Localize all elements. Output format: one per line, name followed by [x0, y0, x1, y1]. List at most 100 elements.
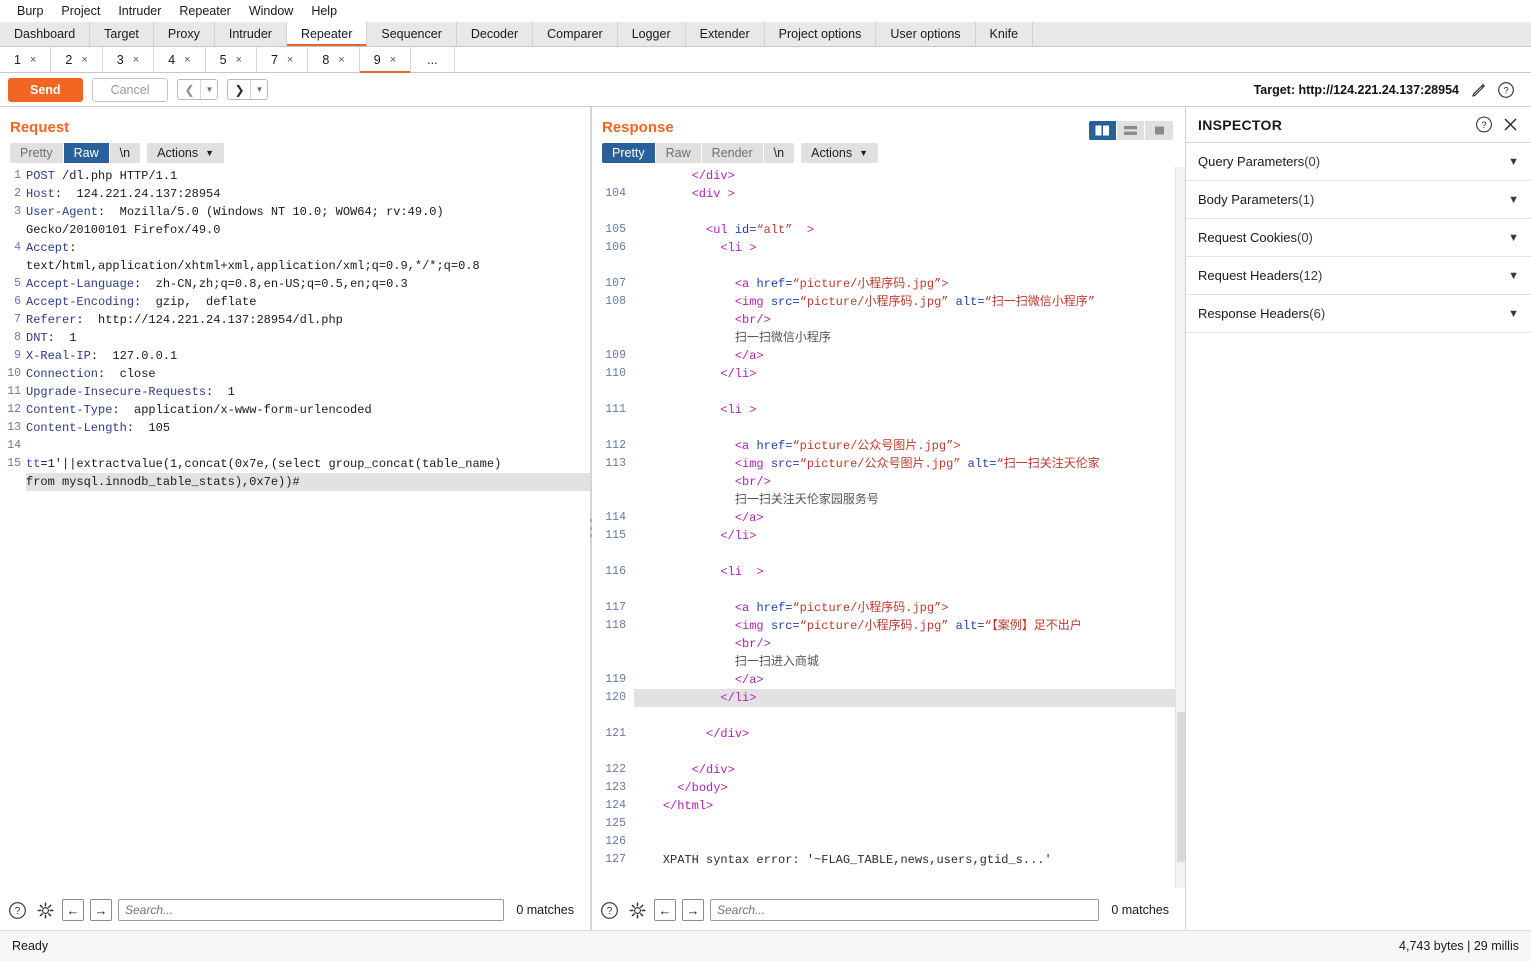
- repeater-tab-2[interactable]: 2 ×: [51, 47, 103, 72]
- tab-repeater[interactable]: Repeater: [286, 22, 368, 46]
- code-line[interactable]: <li >: [634, 239, 1185, 257]
- help-icon[interactable]: ?: [1475, 116, 1493, 134]
- tab-intruder[interactable]: Intruder: [214, 22, 287, 46]
- code-line[interactable]: </li>: [634, 527, 1185, 545]
- menu-item-help[interactable]: Help: [302, 2, 346, 20]
- repeater-tab-1[interactable]: 1 ×: [0, 47, 52, 72]
- single-pane-icon[interactable]: [1145, 121, 1173, 140]
- code-line[interactable]: Referer: http://124.221.24.137:28954/dl.…: [26, 311, 590, 329]
- search-prev-button[interactable]: ←: [654, 899, 676, 921]
- code-line[interactable]: <br/>: [634, 311, 1185, 329]
- code-line[interactable]: text/html,application/xhtml+xml,applicat…: [26, 257, 590, 275]
- search-prev-button[interactable]: ←: [62, 899, 84, 921]
- search-next-button[interactable]: →: [682, 899, 704, 921]
- response-view-pretty[interactable]: Pretty: [602, 143, 656, 163]
- tab-dashboard[interactable]: Dashboard: [0, 22, 91, 46]
- request-view-pretty[interactable]: Pretty: [10, 143, 64, 163]
- tab-comparer[interactable]: Comparer: [533, 22, 618, 46]
- code-line[interactable]: </html>: [634, 797, 1185, 815]
- code-line[interactable]: <a href=“picture/公众号图片.jpg”>: [634, 437, 1185, 455]
- code-line[interactable]: </body>: [634, 779, 1185, 797]
- tab-decoder[interactable]: Decoder: [456, 22, 534, 46]
- request-search-input[interactable]: [118, 899, 505, 921]
- code-line[interactable]: Accept:: [26, 239, 590, 257]
- code-line[interactable]: [26, 437, 590, 455]
- close-icon[interactable]: ×: [30, 54, 36, 66]
- code-line[interactable]: [634, 833, 1185, 851]
- code-line[interactable]: <li >: [634, 401, 1185, 419]
- inspector-section-response-headers[interactable]: Response Headers (6) ▼: [1186, 295, 1531, 333]
- cancel-button[interactable]: Cancel: [91, 77, 169, 102]
- code-line[interactable]: Upgrade-Insecure-Requests: 1: [26, 383, 590, 401]
- tab-target[interactable]: Target: [90, 22, 154, 46]
- chevron-down-icon[interactable]: ▼: [201, 80, 217, 99]
- gear-icon[interactable]: [626, 899, 648, 921]
- response-editor[interactable]: 104 105 106 107 108 109 110 111 112 113 114 115 116 1…: [592, 167, 1185, 888]
- code-line[interactable]: [634, 257, 1185, 275]
- close-icon[interactable]: ×: [184, 54, 190, 66]
- menu-item-window[interactable]: Window: [240, 2, 302, 20]
- chevron-down-icon[interactable]: ▼: [251, 80, 267, 99]
- code-line[interactable]: <img src=“picture/公众号图片.jpg” alt=“扫一扫关注天…: [634, 455, 1185, 473]
- menu-item-intruder[interactable]: Intruder: [109, 2, 170, 20]
- code-line[interactable]: [634, 815, 1185, 833]
- code-line[interactable]: [634, 743, 1185, 761]
- repeater-tab-7[interactable]: 7 ×: [256, 47, 309, 72]
- inspector-section-request-cookies[interactable]: Request Cookies (0) ▼: [1186, 219, 1531, 257]
- code-line[interactable]: [634, 581, 1185, 599]
- inspector-section-body-parameters[interactable]: Body Parameters (1) ▼: [1186, 181, 1531, 219]
- repeater-tab-9[interactable]: 9 ×: [359, 47, 412, 73]
- chevron-down-icon[interactable]: ▼: [1508, 270, 1519, 282]
- code-line[interactable]: Accept-Encoding: gzip, deflate: [26, 293, 590, 311]
- close-icon[interactable]: ×: [390, 54, 396, 66]
- code-line[interactable]: User-Agent: Mozilla/5.0 (Windows NT 10.0…: [26, 203, 590, 221]
- code-line[interactable]: [634, 383, 1185, 401]
- code-line[interactable]: [634, 707, 1185, 725]
- code-line[interactable]: Accept-Language: zh-CN,zh;q=0.8,en-US;q=…: [26, 275, 590, 293]
- forward-nav-button[interactable]: ❯ ▼: [227, 79, 269, 100]
- code-line[interactable]: </a>: [634, 509, 1185, 527]
- code-line[interactable]: <a href=“picture/小程序码.jpg”>: [634, 275, 1185, 293]
- code-line[interactable]: [634, 419, 1185, 437]
- code-line[interactable]: <img src=“picture/小程序码.jpg” alt=“扫一扫微信小程…: [634, 293, 1185, 311]
- response-view-raw[interactable]: Raw: [655, 143, 702, 163]
- tab-knife[interactable]: Knife: [975, 22, 1034, 46]
- request-code-lines[interactable]: POST /dl.php HTTP/1.1 Host: 124.221.24.13…: [26, 167, 590, 888]
- code-line[interactable]: 扫一扫关注天伦家园服务号: [634, 491, 1185, 509]
- menu-item-burp[interactable]: Burp: [8, 2, 52, 20]
- response-actions-button[interactable]: Actions ▼: [801, 143, 879, 163]
- code-line[interactable]: <br/>: [634, 635, 1185, 653]
- search-next-button[interactable]: →: [90, 899, 112, 921]
- tab-user-options[interactable]: User options: [876, 22, 976, 46]
- code-line[interactable]: <a href=“picture/小程序码.jpg”>: [634, 599, 1185, 617]
- code-line[interactable]: DNT: 1: [26, 329, 590, 347]
- code-line[interactable]: </a>: [634, 671, 1185, 689]
- split-horizontal-icon[interactable]: [1117, 121, 1145, 140]
- code-line[interactable]: <br/>: [634, 473, 1185, 491]
- response-scrollbar-thumb[interactable]: [1177, 712, 1185, 862]
- repeater-tab-3[interactable]: 3 ×: [102, 47, 155, 72]
- code-line[interactable]: Host: 124.221.24.137:28954: [26, 185, 590, 203]
- request-actions-button[interactable]: Actions ▼: [147, 143, 225, 163]
- code-line[interactable]: </a>: [634, 347, 1185, 365]
- code-line[interactable]: <div >: [634, 185, 1185, 203]
- help-icon[interactable]: ?: [6, 899, 28, 921]
- close-icon[interactable]: [1501, 116, 1519, 134]
- request-view-raw[interactable]: Raw: [63, 143, 110, 163]
- repeater-tab-8[interactable]: 8 ×: [308, 47, 360, 72]
- code-line[interactable]: Connection: close: [26, 365, 590, 383]
- code-line[interactable]: </div>: [634, 761, 1185, 779]
- code-line[interactable]: 扫一扫微信小程序: [634, 329, 1185, 347]
- response-search-input[interactable]: [710, 899, 1100, 921]
- code-line[interactable]: </li>: [634, 689, 1185, 707]
- code-line[interactable]: </div>: [634, 167, 1185, 185]
- code-line[interactable]: Gecko/20100101 Firefox/49.0: [26, 221, 590, 239]
- close-icon[interactable]: ×: [338, 54, 344, 66]
- chevron-down-icon[interactable]: ▼: [1508, 232, 1519, 244]
- response-view-render[interactable]: Render: [701, 143, 764, 163]
- gear-icon[interactable]: [34, 899, 56, 921]
- code-line[interactable]: [634, 545, 1185, 563]
- code-line[interactable]: <ul id=“alt” >: [634, 221, 1185, 239]
- repeater-tab-more[interactable]: ...: [411, 47, 455, 72]
- chevron-down-icon[interactable]: ▼: [1508, 156, 1519, 168]
